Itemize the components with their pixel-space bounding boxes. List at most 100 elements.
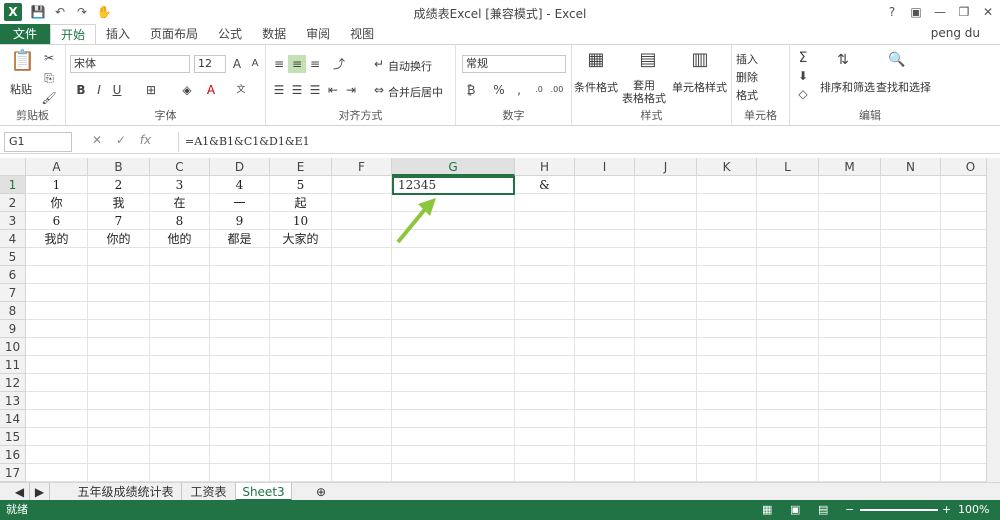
cell-e5[interactable]	[270, 248, 332, 266]
cell-g13[interactable]	[392, 392, 515, 410]
cell-m5[interactable]	[819, 248, 881, 266]
cell-j16[interactable]	[635, 446, 697, 464]
shrink-font-icon[interactable]: A	[246, 55, 264, 73]
active-cell-g1[interactable]: 12345	[392, 176, 515, 195]
cancel-icon[interactable]: ✕	[92, 133, 102, 147]
cell-a4[interactable]: 我的	[26, 230, 88, 248]
cell-d5[interactable]	[210, 248, 270, 266]
cell-j9[interactable]	[635, 320, 697, 338]
decrease-indent-icon[interactable]: ⇤	[324, 81, 342, 99]
cell-c17[interactable]	[150, 464, 210, 482]
restore-button[interactable]: ❐	[952, 0, 976, 24]
cell-j17[interactable]	[635, 464, 697, 482]
cell-k13[interactable]	[697, 392, 757, 410]
cell-f14[interactable]	[332, 410, 392, 428]
cell-h17[interactable]	[515, 464, 575, 482]
cell-c16[interactable]	[150, 446, 210, 464]
cell-d10[interactable]	[210, 338, 270, 356]
cell-h16[interactable]	[515, 446, 575, 464]
cell-a13[interactable]	[26, 392, 88, 410]
cell-c2[interactable]: 在	[150, 194, 210, 212]
cell-i16[interactable]	[575, 446, 635, 464]
cell-h15[interactable]	[515, 428, 575, 446]
cell-m2[interactable]	[819, 194, 881, 212]
cell-i3[interactable]	[575, 212, 635, 230]
cell-d12[interactable]	[210, 374, 270, 392]
cell-n15[interactable]	[881, 428, 941, 446]
cell-g15[interactable]	[392, 428, 515, 446]
cell-k10[interactable]	[697, 338, 757, 356]
cell-f3[interactable]	[332, 212, 392, 230]
tab-insert[interactable]: 插入	[96, 24, 140, 44]
phonetic-icon[interactable]: 文	[232, 81, 250, 99]
cell-n7[interactable]	[881, 284, 941, 302]
cell-n5[interactable]	[881, 248, 941, 266]
cell-m1[interactable]	[819, 176, 881, 194]
column-header-k[interactable]: K	[697, 158, 757, 176]
number-format-combo[interactable]: 常规	[462, 55, 566, 73]
column-header-a[interactable]: A	[26, 158, 88, 176]
tab-home[interactable]: 开始	[50, 24, 97, 44]
cell-e13[interactable]	[270, 392, 332, 410]
cell-d14[interactable]	[210, 410, 270, 428]
column-header-n[interactable]: N	[881, 158, 941, 176]
cell-e6[interactable]	[270, 266, 332, 284]
align-middle-icon[interactable]: ≡	[288, 55, 306, 73]
user-name[interactable]: peng du	[931, 26, 980, 40]
cell-a12[interactable]	[26, 374, 88, 392]
tab-view[interactable]: 视图	[340, 24, 384, 44]
cell-m12[interactable]	[819, 374, 881, 392]
row-header-1[interactable]: 1	[0, 176, 26, 194]
zoom-level[interactable]: 100%	[958, 500, 989, 520]
close-button[interactable]: ✕	[976, 0, 1000, 24]
cell-b15[interactable]	[88, 428, 150, 446]
cell-n8[interactable]	[881, 302, 941, 320]
paste-label[interactable]: 粘贴	[10, 81, 32, 97]
cell-a2[interactable]: 你	[26, 194, 88, 212]
cell-d8[interactable]	[210, 302, 270, 320]
align-top-icon[interactable]: ≡	[270, 55, 288, 73]
column-header-g[interactable]: G	[392, 158, 515, 176]
row-header-15[interactable]: 15	[0, 428, 26, 446]
cell-l17[interactable]	[757, 464, 819, 482]
cell-n2[interactable]	[881, 194, 941, 212]
accounting-format-icon[interactable]: ₿	[462, 81, 480, 99]
cell-g16[interactable]	[392, 446, 515, 464]
cell-m4[interactable]	[819, 230, 881, 248]
cell-m9[interactable]	[819, 320, 881, 338]
cell-i11[interactable]	[575, 356, 635, 374]
sort-filter-icon[interactable]: ⇅	[834, 51, 852, 69]
normal-view-icon[interactable]: ▦	[762, 500, 772, 520]
cell-j1[interactable]	[635, 176, 697, 194]
cell-k9[interactable]	[697, 320, 757, 338]
cell-e11[interactable]	[270, 356, 332, 374]
cell-k7[interactable]	[697, 284, 757, 302]
tab-file[interactable]: 文件	[0, 24, 50, 44]
cell-f9[interactable]	[332, 320, 392, 338]
row-header-9[interactable]: 9	[0, 320, 26, 338]
cell-l14[interactable]	[757, 410, 819, 428]
vertical-scrollbar[interactable]	[986, 158, 1000, 482]
cell-k11[interactable]	[697, 356, 757, 374]
cell-k8[interactable]	[697, 302, 757, 320]
cell-e3[interactable]: 10	[270, 212, 332, 230]
cell-a17[interactable]	[26, 464, 88, 482]
cell-n12[interactable]	[881, 374, 941, 392]
delete-cells-button[interactable]: 删除	[736, 69, 758, 85]
cell-b17[interactable]	[88, 464, 150, 482]
cell-b13[interactable]	[88, 392, 150, 410]
cell-j8[interactable]	[635, 302, 697, 320]
cell-n16[interactable]	[881, 446, 941, 464]
page-break-view-icon[interactable]: ▤	[818, 500, 828, 520]
conditional-formatting-button[interactable]: 条件格式	[574, 79, 618, 95]
cell-styles-icon[interactable]: ▥	[688, 51, 712, 75]
cell-c12[interactable]	[150, 374, 210, 392]
cell-j5[interactable]	[635, 248, 697, 266]
cell-n1[interactable]	[881, 176, 941, 194]
cell-k15[interactable]	[697, 428, 757, 446]
insert-cells-button[interactable]: 插入	[736, 51, 758, 67]
cell-f15[interactable]	[332, 428, 392, 446]
cell-d15[interactable]	[210, 428, 270, 446]
cell-b2[interactable]: 我	[88, 194, 150, 212]
cell-c13[interactable]	[150, 392, 210, 410]
